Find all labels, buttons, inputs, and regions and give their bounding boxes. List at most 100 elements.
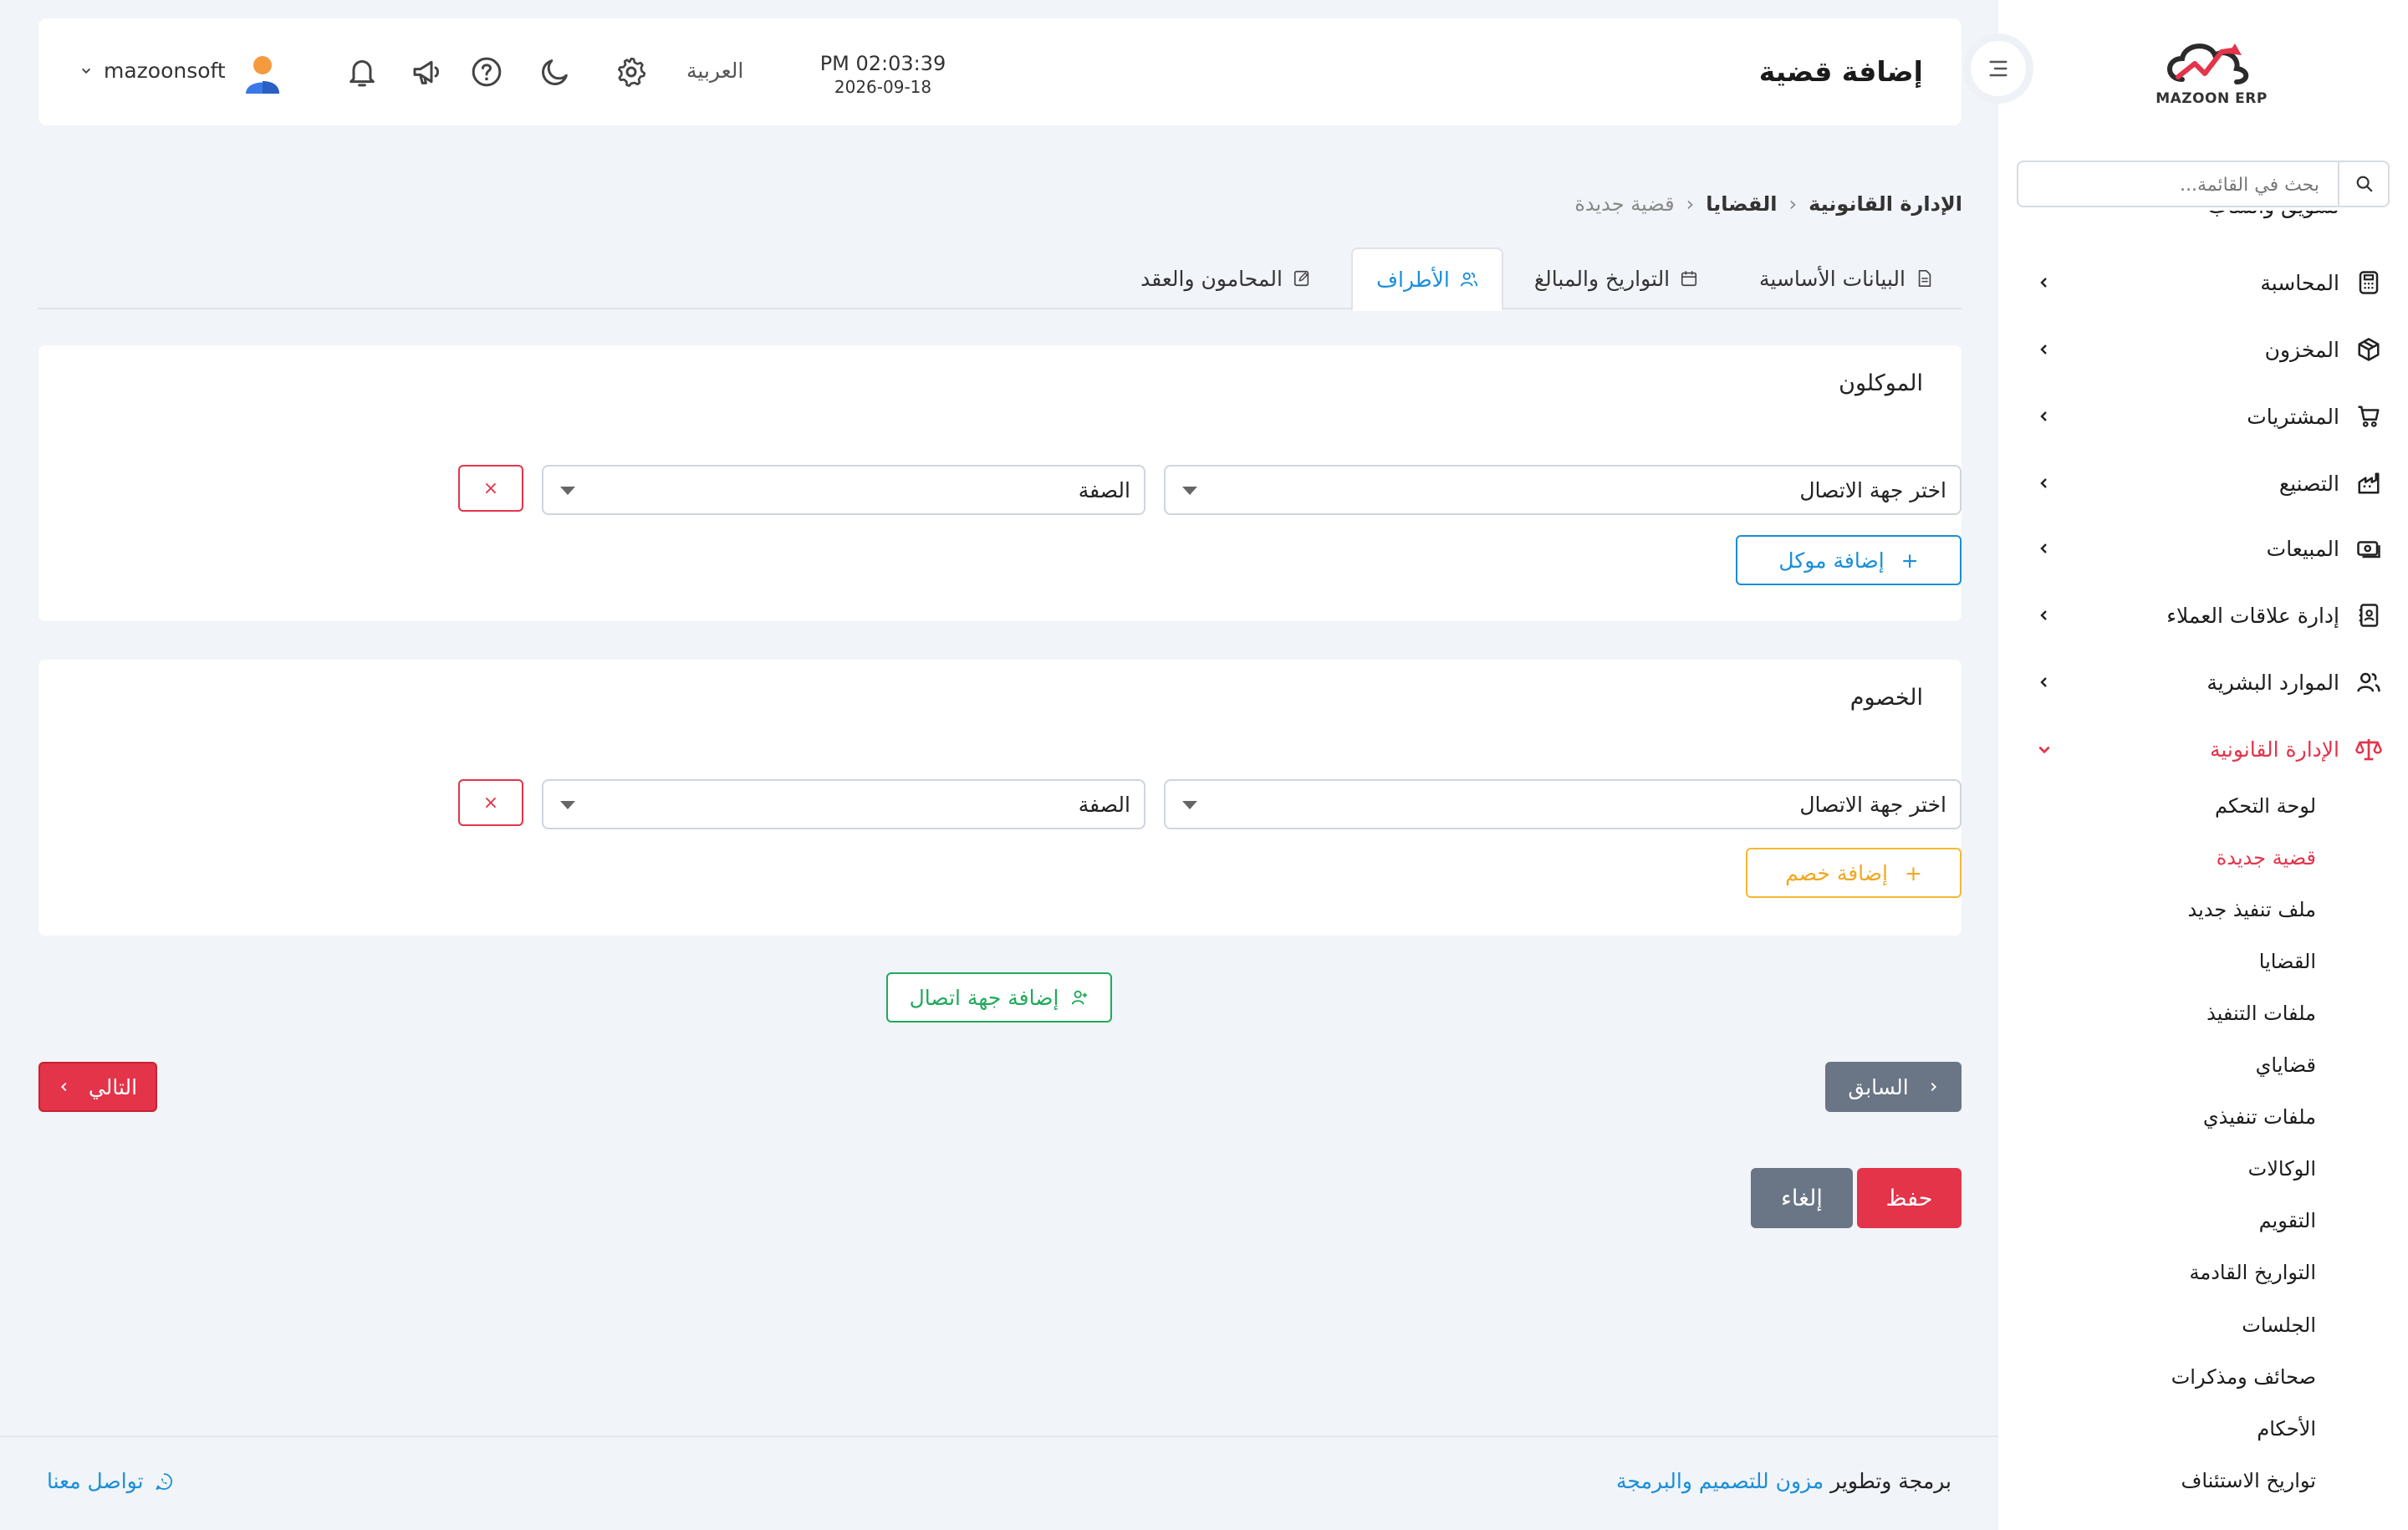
tab-lawyers-contract[interactable]: المحامون والعقد: [1113, 247, 1339, 309]
calculator-icon: [2354, 268, 2383, 297]
sidebar-item-inventory[interactable]: المخزون: [2032, 324, 2383, 375]
tab-basic-data[interactable]: البيانات الأساسية: [1732, 247, 1962, 309]
previous-label: السابق: [1848, 1074, 1909, 1099]
add-client-label: إضافة موكل: [1778, 548, 1885, 573]
cart-icon: [2354, 402, 2383, 431]
sidebar-item-hr[interactable]: الموارد البشرية: [2032, 657, 2383, 707]
settings-gear-icon[interactable]: [611, 52, 651, 92]
sidebar-subitem-new-execution-file[interactable]: ملف تنفيذ جديد: [2048, 898, 2316, 936]
chevron-down-icon: [80, 65, 92, 77]
client-contact-select[interactable]: اختر جهة الاتصال: [1164, 465, 1962, 515]
sidebar-item-sales[interactable]: المبيعات: [2032, 523, 2383, 574]
add-contact-label: إضافة جهة اتصال: [909, 985, 1059, 1010]
sidebar-subitem-cases[interactable]: القضايا: [2048, 950, 2316, 988]
user-menu[interactable]: mazoonsoft: [80, 59, 226, 83]
chevron-left-icon: [2032, 410, 2057, 423]
document-icon: [1916, 269, 1934, 288]
next-button[interactable]: التالي: [38, 1062, 157, 1112]
page-title: إضافة قضية: [1758, 55, 1923, 88]
clock-date: 2026-09-18: [834, 77, 932, 97]
sidebar-item-label: المحاسبة: [2260, 270, 2339, 295]
add-contact-button[interactable]: إضافة جهة اتصال: [886, 972, 1112, 1023]
sidebar-item-label: المشتريات: [2247, 404, 2339, 429]
remove-opponent-button[interactable]: ×: [458, 779, 523, 826]
previous-button[interactable]: السابق: [1825, 1062, 1962, 1112]
user-avatar[interactable]: [243, 54, 282, 95]
tab-parties[interactable]: الأطراف: [1351, 247, 1503, 311]
notifications-bell-icon[interactable]: [342, 52, 382, 92]
footer: تواصل معنا برمجة وتطوير مزون للتصميم وال…: [0, 1436, 1998, 1530]
chevron-left-icon: [2032, 211, 2057, 212]
credit-link[interactable]: مزون للتصميم والبرمجة: [1616, 1469, 1824, 1493]
chevron-right-icon: [1927, 1081, 1939, 1093]
sidebar-toggle-button[interactable]: [1963, 33, 2033, 104]
add-client-button[interactable]: + إضافة موكل: [1736, 535, 1962, 585]
form-tabs: البيانات الأساسية التواريخ والمبالغ الأط…: [38, 247, 1962, 311]
sidebar-item-legal[interactable]: الإدارة القانونية: [2032, 724, 2383, 774]
opponent-role-select[interactable]: الصفة: [542, 779, 1145, 829]
add-opponent-button[interactable]: + إضافة خصم: [1746, 848, 1962, 898]
tab-label: التواريخ والمبالغ: [1533, 266, 1671, 291]
sidebar-subitem-new-case[interactable]: قضية جديدة: [2048, 846, 2316, 885]
clock: PM 02:03:39 2026-09-18: [791, 52, 975, 97]
footer-credit: برمجة وتطوير مزون للتصميم والبرمجة: [1616, 1469, 1951, 1493]
breadcrumb-separator: ‹: [1788, 192, 1798, 216]
sidebar-subitem-appeal-dates[interactable]: تواريخ الاستئناف: [2048, 1469, 2316, 1507]
sidebar-item-whatsapp[interactable]: تسويق واتساب: [2032, 211, 2383, 231]
sidebar-subitem-agencies[interactable]: الوكالات: [2048, 1157, 2316, 1196]
sidebar-subitem-execution-files[interactable]: ملفات التنفيذ: [2048, 1002, 2316, 1040]
menu-toggle-icon: [1989, 60, 2008, 77]
select-value: اختر جهة الاتصال: [1799, 478, 1946, 502]
breadcrumb-root[interactable]: الإدارة القانونية: [1809, 192, 1962, 216]
sidebar-item-accounting[interactable]: المحاسبة: [2032, 258, 2383, 308]
sidebar-item-label: إدارة علاقات العملاء: [2166, 603, 2339, 628]
sidebar-search-input[interactable]: [2069, 169, 2319, 201]
chevron-left-icon: [2032, 609, 2057, 622]
factory-icon: [2354, 469, 2383, 497]
sidebar-subitem-upcoming-dates[interactable]: التواريخ القادمة: [2048, 1261, 2316, 1299]
announcements-megaphone-icon[interactable]: [407, 52, 447, 92]
chevron-down-icon: [2032, 742, 2057, 757]
sidebar-item-label: التصنيع: [2278, 471, 2339, 496]
clients-title: الموكلون: [1839, 370, 1923, 396]
help-icon[interactable]: [467, 52, 507, 92]
dark-mode-moon-icon[interactable]: [535, 52, 575, 92]
sidebar-subitem-memos[interactable]: صحائف ومذكرات: [2048, 1365, 2316, 1404]
tab-dates-amounts[interactable]: التواريخ والمبالغ: [1508, 247, 1725, 309]
remove-client-button[interactable]: ×: [458, 465, 523, 512]
sidebar-subitem-calendar[interactable]: التقويم: [2048, 1209, 2316, 1247]
sidebar-item-label: المخزون: [2264, 337, 2339, 362]
chevron-left-icon: [2032, 477, 2057, 490]
client-role-select[interactable]: الصفة: [542, 465, 1145, 515]
sidebar-subitem-dashboard[interactable]: لوحة التحكم: [2048, 794, 2316, 833]
sidebar-search[interactable]: [2017, 161, 2390, 207]
opponent-contact-select[interactable]: اختر جهة الاتصال: [1164, 779, 1962, 829]
sidebar-subitem-sessions[interactable]: الجلسات: [2048, 1313, 2316, 1352]
breadcrumb-separator: ‹: [1686, 192, 1695, 216]
language-switcher[interactable]: العربية: [686, 59, 743, 83]
save-button[interactable]: حفظ: [1857, 1168, 1962, 1228]
opponents-card: الخصوم اختر جهة الاتصال الصفة × + إضافة …: [38, 660, 1962, 936]
sidebar-subitem-my-cases[interactable]: قضاياي: [2048, 1053, 2316, 1092]
caret-down-icon: [1182, 801, 1197, 809]
sidebar-subitem-judgments[interactable]: الأحكام: [2048, 1417, 2316, 1456]
breadcrumb-parent[interactable]: القضايا: [1706, 192, 1777, 216]
sidebar-subitem-my-execution-files[interactable]: ملفات تنفيذي: [2048, 1105, 2316, 1144]
search-icon[interactable]: [2338, 162, 2390, 206]
sidebar-item-crm[interactable]: إدارة علاقات العملاء: [2032, 590, 2383, 640]
add-opponent-label: إضافة خصم: [1785, 860, 1888, 885]
users-icon: [2354, 668, 2383, 696]
contacts-book-icon: [2354, 601, 2383, 630]
top-header: إضافة قضية PM 02:03:39 2026-09-18 العربي…: [38, 18, 1962, 125]
contact-us-link[interactable]: تواصل معنا: [47, 1469, 174, 1493]
plus-icon: +: [1900, 548, 1919, 573]
credit-prefix: برمجة وتطوير: [1830, 1469, 1951, 1493]
cancel-button[interactable]: إلغاء: [1751, 1168, 1853, 1228]
logo-text: MAZOON ERP: [2155, 90, 2268, 107]
close-icon: ×: [482, 792, 499, 813]
chevron-left-icon: [2032, 276, 2057, 289]
app-logo[interactable]: MAZOON ERP: [2153, 33, 2270, 113]
sidebar-item-manufacturing[interactable]: التصنيع: [2032, 458, 2383, 508]
chevron-left-icon: [2032, 676, 2057, 689]
sidebar-item-purchases[interactable]: المشتريات: [2032, 391, 2383, 441]
